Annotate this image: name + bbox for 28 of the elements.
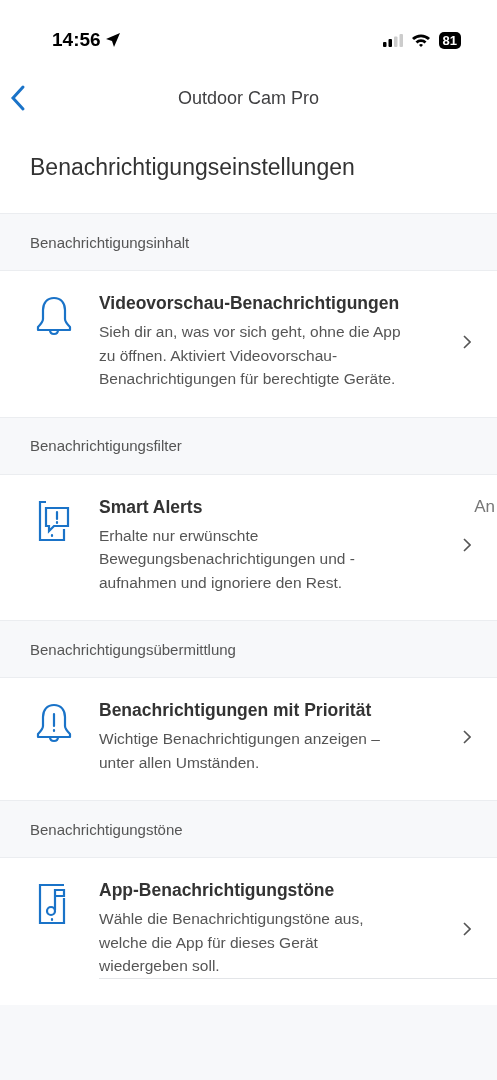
row-description: Erhalte nur erwünschte Bewegungsbenachrichtigungen und -aufnahmen und ignoriere den Rest. (99, 525, 356, 593)
chevron-icon (463, 538, 471, 553)
settings-row[interactable]: Videovorschau-Benachrichtigungen Sieh dir an, was vor sich geht, ohne die App zu öffnen. Aktiviert Videovorschau-Benachrichtigungen für berechtigte Geräte. (0, 271, 497, 417)
chevron-icon (463, 334, 471, 349)
clock-time: 14:56 (52, 29, 101, 51)
row-title: Smart Alerts (99, 496, 203, 518)
battery-level: 81 (438, 31, 461, 49)
chevron-icon (463, 921, 471, 936)
chevron-icon (463, 730, 471, 744)
signal-icon (382, 33, 403, 47)
section-header: Benachrichtigungsfilter (30, 437, 182, 454)
section-header: Benachrichtigungsinhalt (30, 233, 190, 251)
section-header: Benachrichtigungstöne (30, 820, 183, 838)
row-title: Benachrichtigungen mit Priorität (99, 700, 372, 721)
row-value: An (474, 496, 495, 518)
page-title: Benachrichtigungseinstellungen (29, 153, 356, 182)
row-description: Wähle die Benachrichtigungstöne aus, welche die App für dieses Gerät wiedergeben soll. (99, 909, 365, 976)
section-header: Benachrichtigungsübermittlung (30, 640, 236, 658)
row-description: Sieh dir an, was vor sich geht, ohne die App zu öffnen. Aktiviert Videovorschau-Benachrichtigungen für berechtigte Geräte. (99, 322, 402, 389)
row-title: Videovorschau-Benachrichtigungen (99, 293, 400, 314)
settings-row[interactable]: Benachrichtigungen mit Priorität Wichtige Benachrichtigungen anzeigen – unter allen Umständen. (0, 678, 497, 800)
row-description: Wichtige Benachrichtigungen anzeigen – unter allen Umständen. (99, 729, 381, 773)
nav-title: Outdoor Cam Pro (177, 87, 320, 109)
settings-row[interactable]: App-Benachrichtigungstöne Wähle die Benachrichtigungstöne aus, welche die App für dieses Gerät wiedergeben soll. (0, 858, 497, 1005)
wifi-icon (410, 33, 431, 47)
row-title: App-Benachrichtigungstöne (99, 880, 335, 901)
settings-row[interactable]: Smart Alerts An Erhalte nur erwünschte Bewegungsbenachrichtigungen und -aufnahmen und ignoriere den Rest. (0, 474, 497, 620)
location-icon (104, 32, 121, 48)
